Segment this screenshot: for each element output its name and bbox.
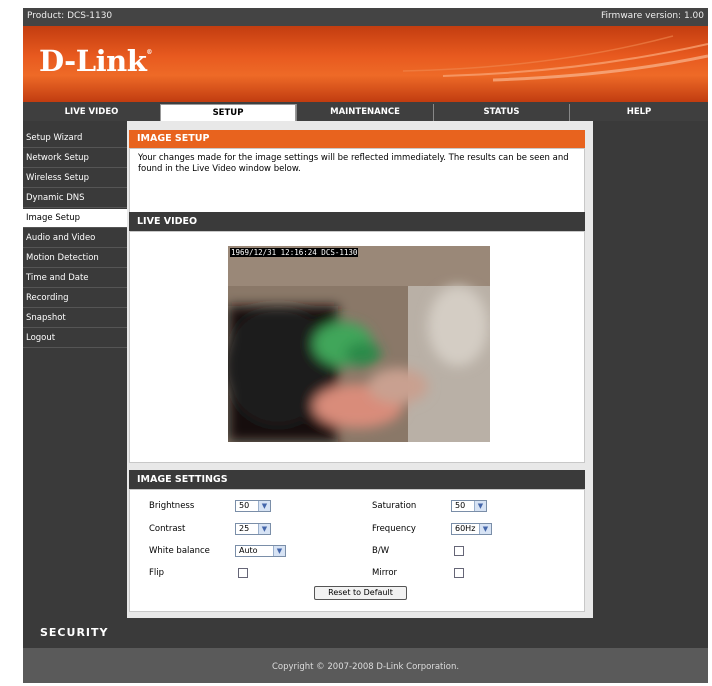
flip-label: Flip xyxy=(149,568,165,578)
sidebar-item-setup-wizard[interactable]: Setup Wizard xyxy=(23,129,127,148)
firmware-version: Firmware version: 1.00 xyxy=(600,11,704,21)
chevron-down-icon: ▼ xyxy=(258,501,270,511)
sidebar-item-time-and-date[interactable]: Time and Date xyxy=(23,269,127,288)
contrast-label: Contrast xyxy=(149,524,186,534)
chevron-down-icon: ▼ xyxy=(273,546,285,556)
tab-live-video[interactable]: LIVE VIDEO xyxy=(23,104,160,121)
image-settings-title: IMAGE SETTINGS xyxy=(129,470,585,489)
chevron-down-icon: ▼ xyxy=(258,524,270,534)
product-name: Product: DCS-1130 xyxy=(27,11,113,21)
tab-status[interactable]: STATUS xyxy=(433,104,569,121)
live-video-title: LIVE VIDEO xyxy=(129,212,585,231)
sidebar-item-network-setup[interactable]: Network Setup xyxy=(23,149,127,168)
banner: D-Link® xyxy=(23,26,708,102)
sidebar-item-audio-and-video[interactable]: Audio and Video xyxy=(23,229,127,248)
sidebar-item-logout[interactable]: Logout xyxy=(23,329,127,348)
security-label: SECURITY xyxy=(40,626,109,639)
sidebar-item-wireless-setup[interactable]: Wireless Setup xyxy=(23,169,127,188)
flip-checkbox[interactable] xyxy=(238,568,248,578)
brightness-select[interactable]: 50 ▼ xyxy=(235,500,271,512)
white-balance-label: White balance xyxy=(149,546,210,556)
frequency-label: Frequency xyxy=(372,524,416,534)
white-balance-select[interactable]: Auto ▼ xyxy=(235,545,286,557)
tab-maintenance[interactable]: MAINTENANCE xyxy=(296,104,433,121)
chevron-down-icon: ▼ xyxy=(474,501,486,511)
sidebar-item-motion-detection[interactable]: Motion Detection xyxy=(23,249,127,268)
reset-to-default-button[interactable]: Reset to Default xyxy=(314,586,407,600)
image-setup-title: IMAGE SETUP xyxy=(129,130,585,148)
live-video-stream: 1969/12/31 12:16:24 DCS-1130 xyxy=(228,246,490,442)
brightness-label: Brightness xyxy=(149,501,195,511)
sidebar-item-recording[interactable]: Recording xyxy=(23,289,127,308)
image-setup-description: Your changes made for the image settings… xyxy=(129,148,585,214)
top-info-bar: Product: DCS-1130 Firmware version: 1.00 xyxy=(23,8,708,26)
saturation-select[interactable]: 50 ▼ xyxy=(451,500,487,512)
tab-help[interactable]: HELP xyxy=(569,104,708,121)
sidebar-item-dynamic-dns[interactable]: Dynamic DNS xyxy=(23,189,127,208)
main-nav: LIVE VIDEO SETUP MAINTENANCE STATUS HELP xyxy=(23,102,708,121)
right-panel xyxy=(593,121,708,618)
bw-label: B/W xyxy=(372,546,390,556)
chevron-down-icon: ▼ xyxy=(479,524,491,534)
live-video-panel: 1969/12/31 12:16:24 DCS-1130 xyxy=(129,231,585,463)
frequency-select[interactable]: 60Hz ▼ xyxy=(451,523,492,535)
mirror-checkbox[interactable] xyxy=(454,568,464,578)
dlink-logo: D-Link® xyxy=(39,44,152,78)
video-timestamp: 1969/12/31 12:16:24 DCS-1130 xyxy=(230,248,359,257)
sidebar: Setup Wizard Network Setup Wireless Setu… xyxy=(23,121,127,618)
bw-checkbox[interactable] xyxy=(454,546,464,556)
sidebar-item-snapshot[interactable]: Snapshot xyxy=(23,309,127,328)
saturation-label: Saturation xyxy=(372,501,417,511)
main-content: IMAGE SETUP Your changes made for the im… xyxy=(127,121,593,618)
footer-copyright: Copyright © 2007-2008 D-Link Corporation… xyxy=(23,648,708,683)
security-bar: SECURITY xyxy=(23,618,708,648)
image-settings-panel: Brightness 50 ▼ Contrast 25 ▼ White balanc… xyxy=(129,489,585,612)
sidebar-item-image-setup[interactable]: Image Setup xyxy=(23,209,127,228)
video-frame-image xyxy=(228,246,490,442)
tab-setup[interactable]: SETUP xyxy=(160,104,296,121)
mirror-label: Mirror xyxy=(372,568,398,578)
contrast-select[interactable]: 25 ▼ xyxy=(235,523,271,535)
